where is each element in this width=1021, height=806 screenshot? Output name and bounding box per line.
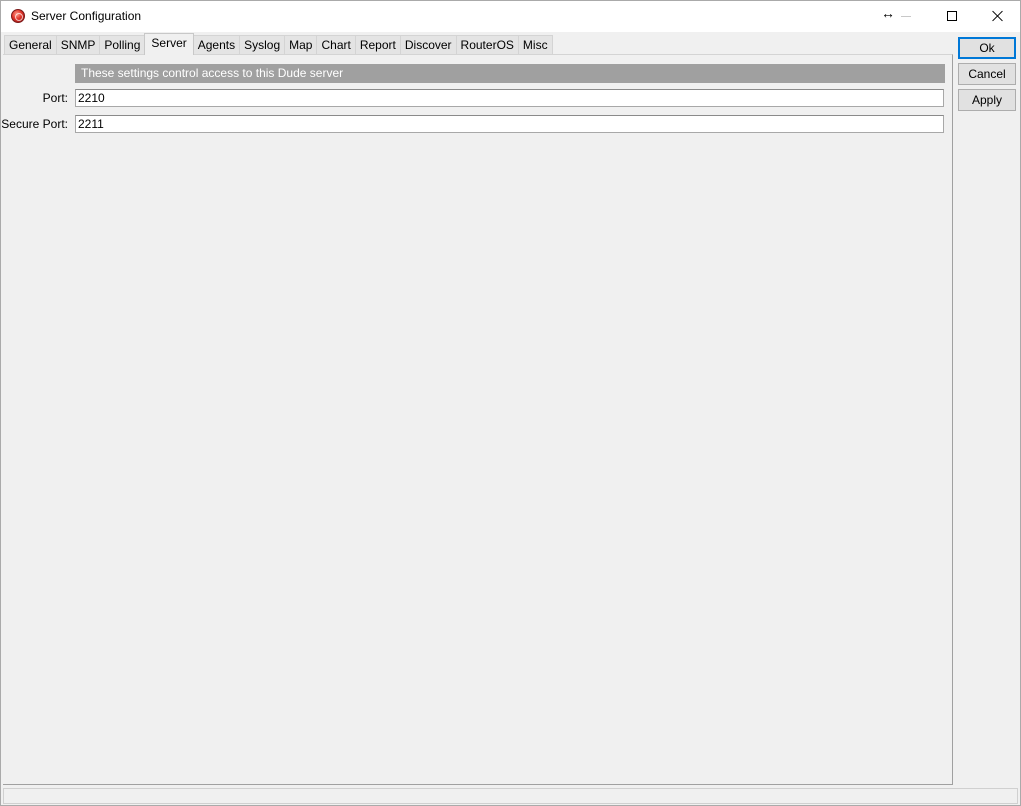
tab-discover[interactable]: Discover (399, 35, 457, 55)
maximize-icon (947, 11, 957, 21)
tab-strip: General SNMP Polling Server Agents Syslo… (4, 33, 553, 55)
tab-syslog[interactable]: Syslog (239, 35, 286, 55)
tab-general[interactable]: General (4, 35, 57, 55)
maximize-button[interactable] (929, 1, 975, 31)
secure-port-label: Secure Port: (1, 117, 68, 131)
tab-map[interactable]: Map (284, 35, 318, 55)
server-settings-panel: These settings control access to this Du… (1, 54, 953, 785)
dude-app-icon (11, 9, 25, 23)
tab-server[interactable]: Server (144, 33, 194, 55)
tab-agents[interactable]: Agents (192, 35, 241, 55)
secure-port-input[interactable] (75, 115, 944, 133)
window-title: Server Configuration (31, 9, 142, 23)
tab-chart[interactable]: Chart (316, 35, 356, 55)
title-bar[interactable]: Server Configuration ↔ (1, 1, 1020, 32)
port-input[interactable] (75, 89, 944, 107)
settings-banner: These settings control access to this Du… (75, 64, 945, 83)
minimize-icon (901, 15, 911, 17)
cancel-button[interactable]: Cancel (958, 63, 1016, 85)
apply-button[interactable]: Apply (958, 89, 1016, 111)
tab-report[interactable]: Report (354, 35, 401, 55)
close-button[interactable] (975, 1, 1021, 31)
minimize-button[interactable] (883, 1, 929, 31)
tab-routeros[interactable]: RouterOS (455, 35, 519, 55)
close-icon (992, 10, 1004, 22)
secure-port-row: Secure Port: (1, 115, 948, 133)
ok-button[interactable]: Ok (958, 37, 1016, 59)
tab-polling[interactable]: Polling (99, 35, 146, 55)
port-label: Port: (42, 91, 68, 105)
server-configuration-window: Server Configuration ↔ General SNMP Poll… (0, 0, 1021, 806)
status-bar (3, 788, 1018, 804)
tab-snmp[interactable]: SNMP (55, 35, 101, 55)
port-row: Port: (3, 89, 948, 107)
tab-misc[interactable]: Misc (517, 35, 553, 55)
